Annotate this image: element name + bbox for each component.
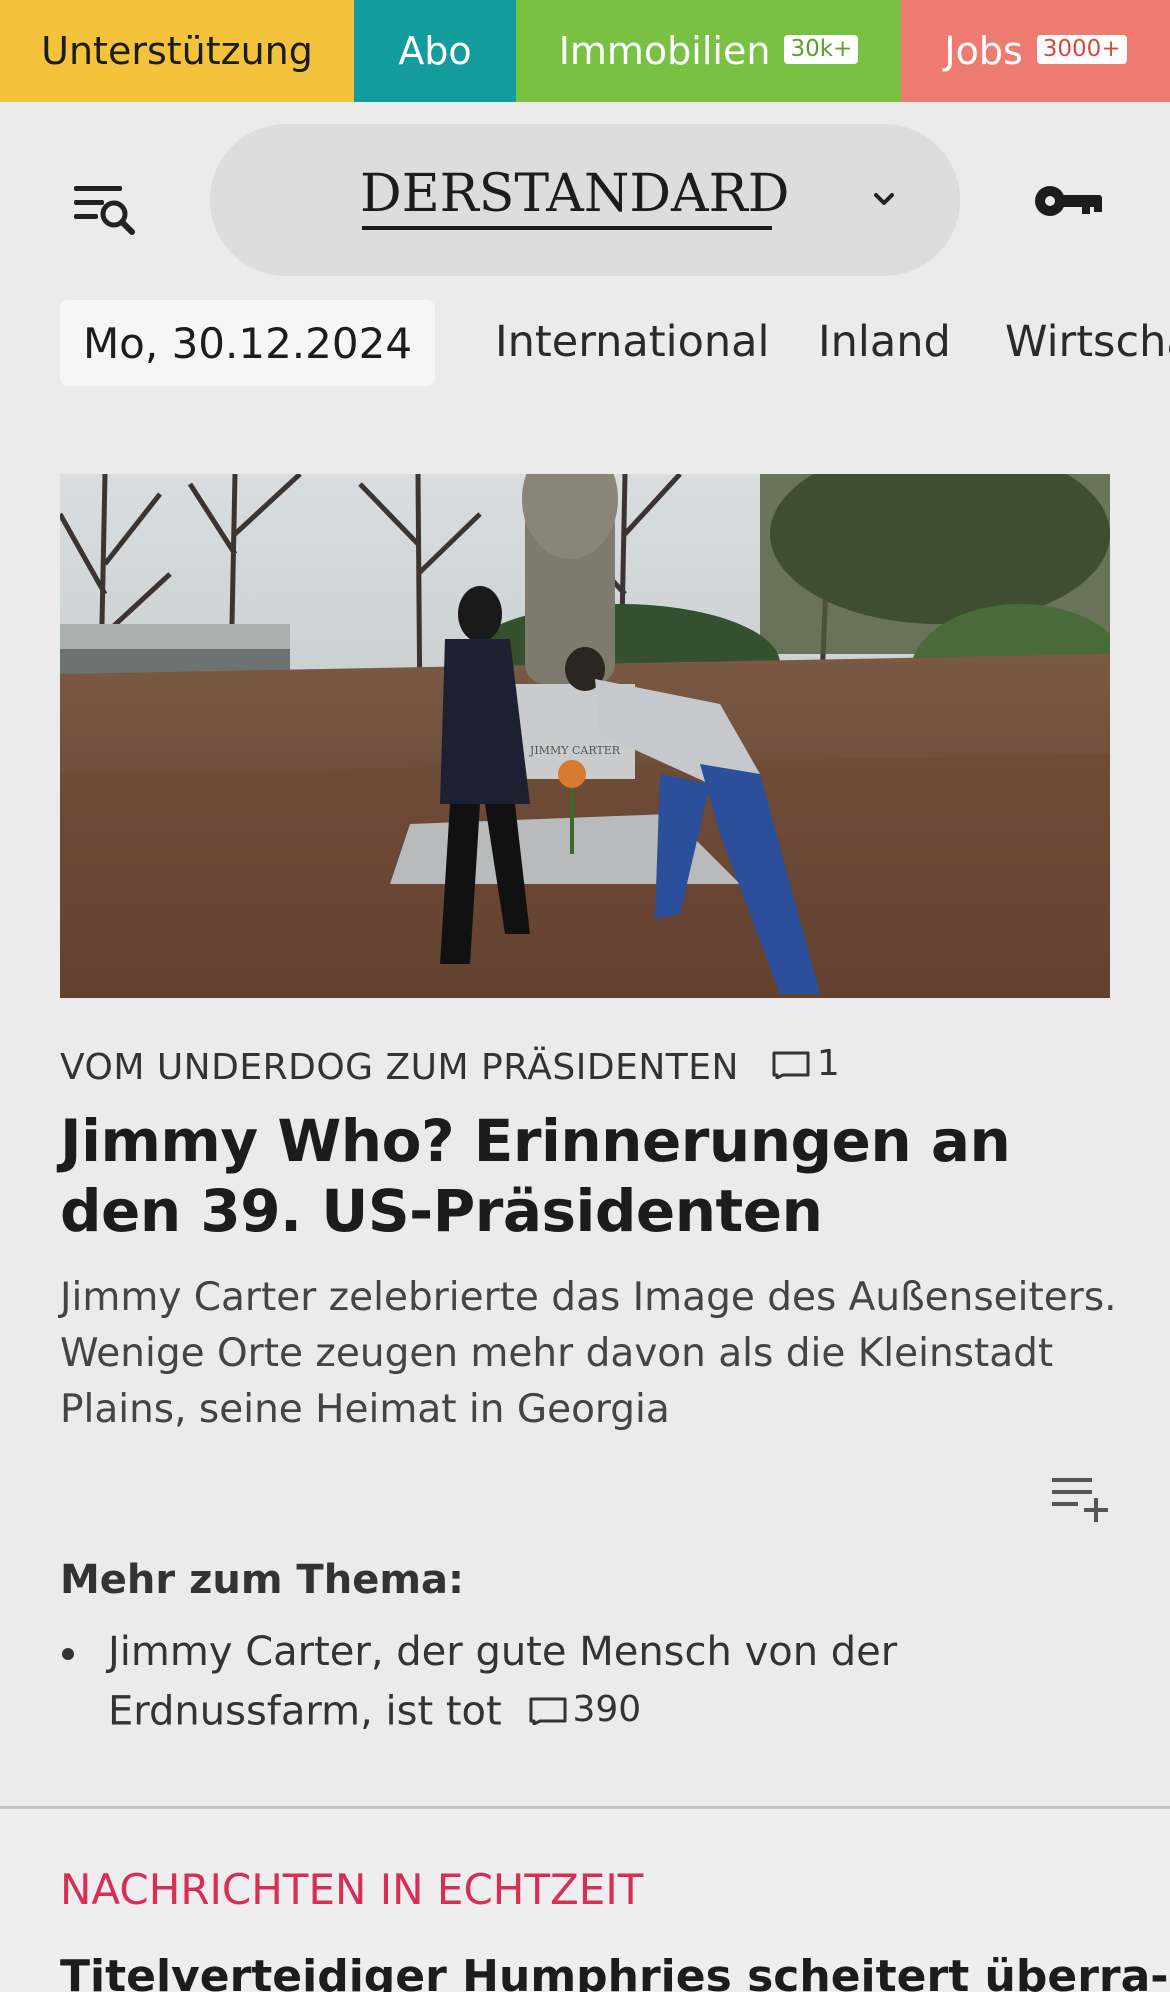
add-to-list-button[interactable] xyxy=(1050,1474,1112,1522)
related-comment-count[interactable]: 390 xyxy=(528,1681,641,1738)
nav-item-wirtschaft[interactable]: Wirtscha xyxy=(1005,314,1170,370)
logo-underline xyxy=(362,226,772,230)
nav-item-international[interactable]: International xyxy=(495,314,769,370)
pedestal-inscription: JIMMY CARTER xyxy=(529,744,621,757)
menu-search-icon xyxy=(74,186,135,235)
immobilien-count-badge: 30k+ xyxy=(784,34,859,64)
live-news-headline[interactable]: Titelverteidiger Humphries scheitert übe… xyxy=(60,1949,1169,1992)
article-headline[interactable]: Jimmy Who? Erinnerungen an den 39. US-Pr… xyxy=(60,1106,1110,1246)
logo[interactable]: DERSTANDARD xyxy=(360,164,790,232)
related-article-item[interactable]: Jimmy Carter, der gute Mensch von der Er… xyxy=(60,1624,1060,1741)
nav-item-inland[interactable]: Inland xyxy=(818,314,951,370)
key-icon xyxy=(1035,186,1102,216)
date-selector[interactable]: Mo, 30.12.2024 xyxy=(60,300,435,386)
jobs-link[interactable]: Jobs 3000+ xyxy=(901,0,1170,102)
section-nav: Mo, 30.12.2024 International Inland Wirt… xyxy=(0,300,1170,388)
immobilien-link[interactable]: Immobilien 30k+ xyxy=(516,0,901,102)
chevron-down-icon[interactable] xyxy=(864,180,904,220)
live-news-heading[interactable]: NACHRICHTEN IN ECHTZEIT xyxy=(60,1863,643,1917)
menu-search-button[interactable] xyxy=(70,178,140,242)
article-comment-count[interactable]: 1 xyxy=(771,1040,840,1088)
brand-bar[interactable]: DERSTANDARD xyxy=(210,124,960,276)
live-news-section: NACHRICHTEN IN ECHTZEIT Titelverteidiger… xyxy=(0,1809,1170,1992)
article-kicker[interactable]: VOM UNDERDOG ZUM PRÄSIDENTEN 1 xyxy=(60,1040,840,1092)
comment-icon xyxy=(529,1697,567,1725)
support-link[interactable]: Unterstützung xyxy=(0,0,354,102)
jobs-count-badge: 3000+ xyxy=(1036,34,1127,64)
abo-link[interactable]: Abo xyxy=(354,0,516,102)
more-on-topic-heading: Mehr zum Thema: xyxy=(60,1557,464,1603)
playlist-add-icon xyxy=(1052,1478,1108,1522)
article-teaser[interactable]: Jimmy Carter zelebrierte das Image des A… xyxy=(60,1270,1130,1438)
login-button[interactable] xyxy=(1032,176,1106,226)
hero-photo: JIMMY CARTER xyxy=(60,474,1110,998)
related-articles-list: Jimmy Carter, der gute Mensch von der Er… xyxy=(60,1624,1060,1741)
top-service-nav: Unterstützung Abo Immobilien 30k+ Jobs 300… xyxy=(0,0,1170,102)
comment-icon xyxy=(772,1051,810,1079)
page: Unterstützung Abo Immobilien 30k+ Jobs 300… xyxy=(0,0,1170,1992)
article-hero-image[interactable]: JIMMY CARTER xyxy=(60,474,1110,998)
logo-text: DERSTANDARD xyxy=(360,164,790,224)
